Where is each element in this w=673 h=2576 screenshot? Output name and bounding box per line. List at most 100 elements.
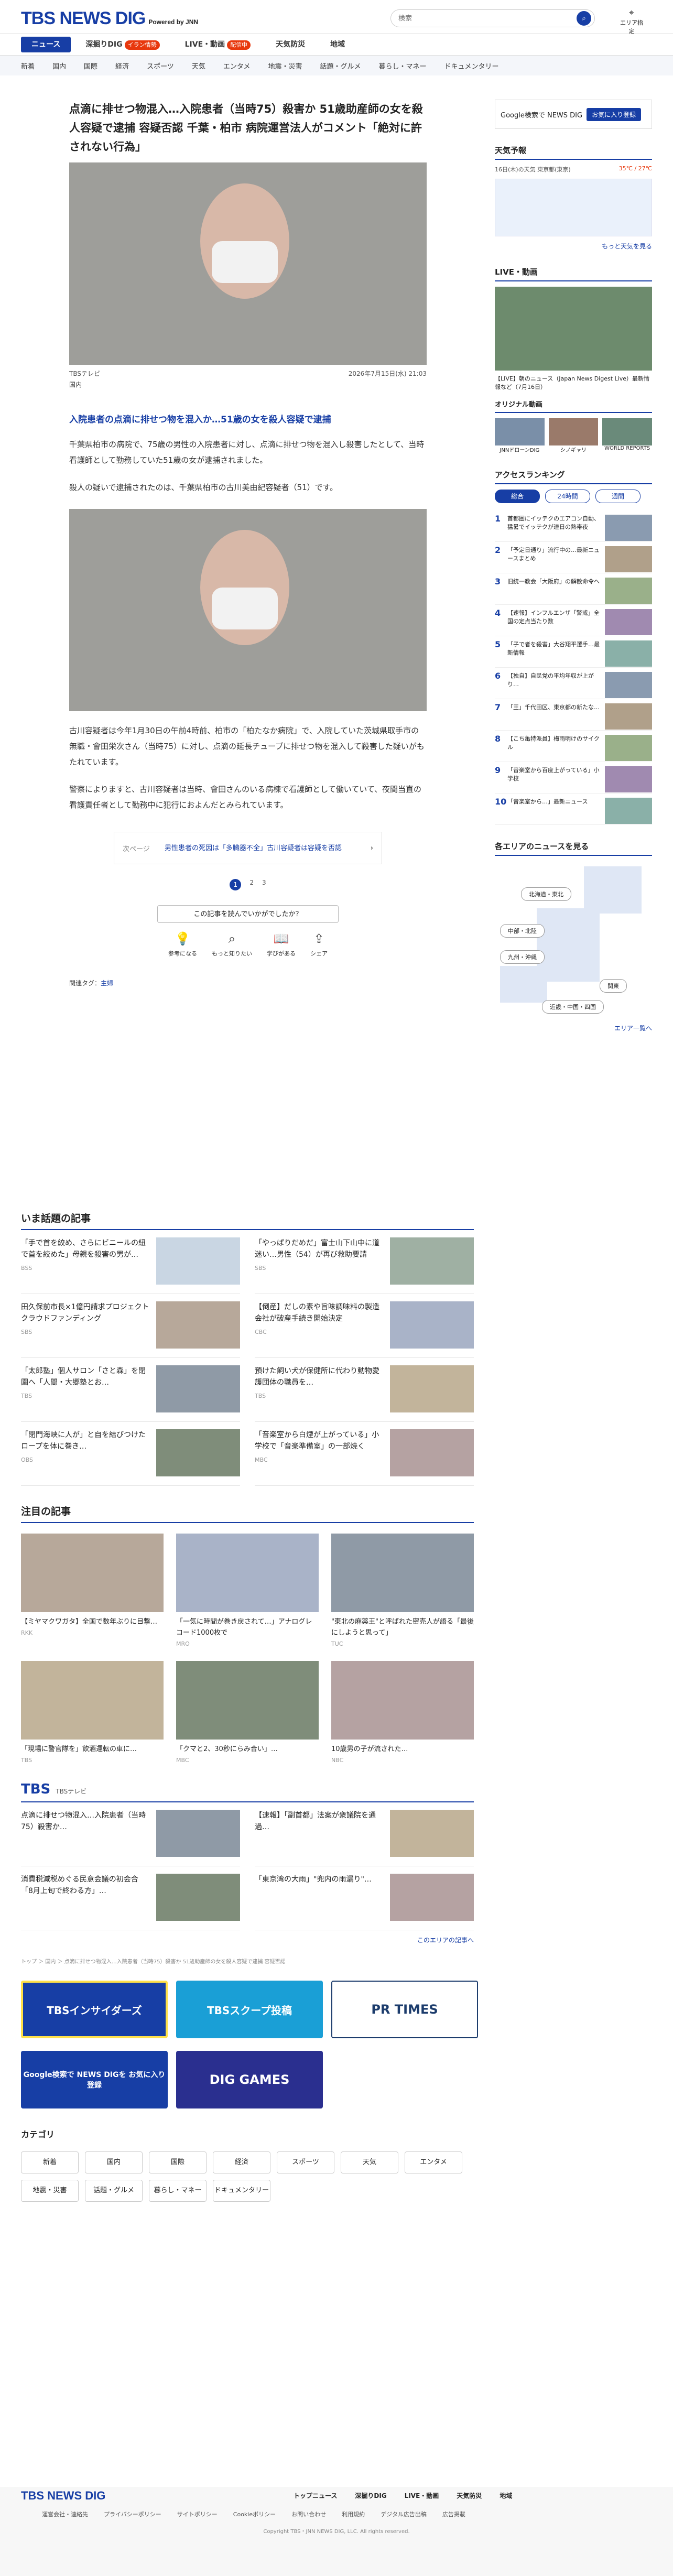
site-logo[interactable]: TBS NEWS DIG Powered by JNN: [21, 8, 198, 29]
ranking-item[interactable]: 2 「予定日通り」流行中の…最新ニュースまとめ: [495, 542, 652, 573]
ranking-item[interactable]: 10 「音楽室から…」最新ニュース: [495, 794, 652, 825]
region-kyushu[interactable]: 九州・沖縄: [500, 950, 545, 964]
footer-link[interactable]: 天気防災: [457, 2491, 482, 2500]
ranking-item[interactable]: 1 首都圏にイッテクのエアコン自動、猛暑でイッテクが連日の熱帯夜: [495, 510, 652, 542]
local-card[interactable]: 「東京湾の大雨」"兜内の雨漏り"…: [255, 1866, 474, 1930]
category-item[interactable]: 国際: [149, 2151, 207, 2173]
category-item[interactable]: 天気: [341, 2151, 398, 2173]
trending-card[interactable]: 【倒産】だしの素や旨味調味料の製造会社が破産手続き開始決定 CBC: [255, 1294, 474, 1358]
category-item[interactable]: エンタメ: [405, 2151, 462, 2173]
footer-link[interactable]: トップニュース: [294, 2491, 337, 2500]
featured-card[interactable]: 「現場に警官隊を」飲酒運転の車に… TBS: [21, 1661, 164, 1764]
nav2-item[interactable]: 新着: [21, 61, 35, 71]
ranking-item[interactable]: 9 「音楽室から百度上がっている」小学校: [495, 762, 652, 794]
area-select-button[interactable]: ⌖ エリア指定: [617, 7, 646, 35]
banner-google[interactable]: Google検索で NEWS DIGを お気に入り登録: [21, 2051, 168, 2108]
ranking-item[interactable]: 3 旧統一教会「大阪府」の解散命令へ: [495, 573, 652, 605]
banner-insiders[interactable]: TBSインサイダーズ: [21, 1981, 168, 2038]
weather-map[interactable]: [495, 179, 652, 236]
footer-link[interactable]: 深掘りDIG: [355, 2491, 386, 2500]
footer-sublink[interactable]: サイトポリシー: [177, 2510, 218, 2518]
category-item[interactable]: ドキュメンタリー: [213, 2180, 270, 2202]
article-category[interactable]: 国内: [69, 380, 427, 389]
footer-sublink[interactable]: 利用規約: [342, 2510, 365, 2518]
region-chubu[interactable]: 中部・北陸: [500, 924, 545, 938]
next-page-link[interactable]: 次ページ 男性患者の死因は「多臓器不全」古川容疑者は容疑を否認 ›: [114, 832, 382, 864]
reaction-learn[interactable]: 📖 学びがある: [267, 931, 296, 958]
ranking-tab-24h[interactable]: 24時間: [545, 490, 590, 503]
google-ad[interactable]: Google検索で NEWS DIG お気に入り登録: [495, 100, 652, 129]
footer-sublink[interactable]: 運営会社・連絡先: [42, 2510, 88, 2518]
ranking-item[interactable]: 7 「王」千代田区、東京都の新たな…: [495, 699, 652, 731]
original-video[interactable]: JNNドローンDIG: [495, 418, 545, 453]
nav2-item[interactable]: 暮らし・マネー: [378, 61, 426, 71]
search-icon[interactable]: ⌕: [577, 11, 591, 26]
nav2-item[interactable]: 国内: [52, 61, 66, 71]
search-input[interactable]: [390, 9, 595, 27]
live-item[interactable]: 【LIVE】朝のニュース（Japan News Digest Live）最新情報…: [495, 375, 652, 392]
nav-news[interactable]: ニュース: [21, 36, 71, 52]
footer-link[interactable]: LIVE・動画: [405, 2491, 439, 2500]
original-video[interactable]: シノギャリ: [548, 418, 599, 453]
featured-card[interactable]: 10歳男の子が流された… NBC: [331, 1661, 474, 1764]
trending-card[interactable]: 「太郎塾」個人サロン「さと森」を閉園へ「人間・大郷塾とお… TBS: [21, 1358, 240, 1422]
featured-card[interactable]: 【ミヤマクワガタ】全国で数年ぶりに目撃… RKK: [21, 1534, 164, 1647]
banner-prtimes[interactable]: PR TIMES: [331, 1981, 478, 2038]
weather-more-link[interactable]: もっと天気を見る: [495, 242, 652, 251]
footer-sublink[interactable]: 広告掲載: [442, 2510, 465, 2518]
banner-dig-games[interactable]: DIG GAMES: [176, 2051, 323, 2108]
trending-card[interactable]: 「閉門海峡に人が」と自を結びつけたロープを体に巻き… OBS: [21, 1422, 240, 1486]
reaction-more[interactable]: ⌕ もっと知りたい: [212, 931, 252, 958]
nav2-item[interactable]: スポーツ: [147, 61, 174, 71]
nav-dig[interactable]: 深掘りDIG イラン情勢: [75, 37, 170, 52]
category-item[interactable]: 新着: [21, 2151, 79, 2173]
nav2-item[interactable]: 経済: [115, 61, 129, 71]
featured-card[interactable]: 「クマと2、30秒にらみ合い」… MBC: [176, 1661, 319, 1764]
trending-card[interactable]: 田久保前市長×1億円請求プロジェクト クラウドファンディング SBS: [21, 1294, 240, 1358]
nav2-item[interactable]: ドキュメンタリー: [444, 61, 499, 71]
footer-logo[interactable]: TBS NEWS DIG: [21, 2489, 105, 2503]
nav2-item[interactable]: 国際: [84, 61, 97, 71]
tag-link[interactable]: 主婦: [101, 980, 113, 987]
trending-card[interactable]: 「やっぱりだめだ」富士山下山中に道迷い…男性（54）が再び救助要請 SBS: [255, 1230, 474, 1294]
footer-sublink[interactable]: Cookieポリシー: [233, 2510, 276, 2518]
footer-sublink[interactable]: プライバシーポリシー: [104, 2510, 161, 2518]
banner-scoop[interactable]: TBSスクープ投稿: [176, 1981, 323, 2038]
nav2-item[interactable]: 地震・災害: [268, 61, 302, 71]
nav2-item[interactable]: 天気: [192, 61, 205, 71]
region-hokkaido[interactable]: 北海道・東北: [521, 887, 571, 901]
footer-sublink[interactable]: デジタル広告出稿: [381, 2510, 427, 2518]
nav2-item[interactable]: 話題・グルメ: [320, 61, 361, 71]
footer-sublink[interactable]: お問い合わせ: [291, 2510, 326, 2518]
featured-card[interactable]: "東北の麻薬王"と呼ばれた密売人が語る「最後にしようと思って」 TUC: [331, 1534, 474, 1647]
trending-card[interactable]: 預けた飼い犬が保健所に代わり動物愛護団体の職員を… TBS: [255, 1358, 474, 1422]
local-more-link[interactable]: このエリアの記事へ: [21, 1936, 474, 1944]
nav-live[interactable]: LIVE・動画 配信中: [175, 37, 262, 52]
share-button[interactable]: ⇪ シェア: [310, 931, 328, 958]
ranking-item[interactable]: 8 【こち亀特派員】梅雨明けのサイクル: [495, 731, 652, 762]
trending-card[interactable]: 「音楽室から白煙が上がっている」小学校で「音楽準備室」の一部焼く MBC: [255, 1422, 474, 1486]
region-more-link[interactable]: エリア一覧へ: [495, 1024, 652, 1032]
page-3[interactable]: 3: [262, 879, 266, 890]
category-item[interactable]: 話題・グルメ: [85, 2180, 143, 2202]
category-item[interactable]: 国内: [85, 2151, 143, 2173]
category-item[interactable]: 地震・災害: [21, 2180, 79, 2202]
reaction-helpful[interactable]: 💡 参考になる: [168, 931, 197, 958]
category-item[interactable]: 暮らし・マネー: [149, 2180, 207, 2202]
ranking-tab-week[interactable]: 週間: [595, 490, 641, 503]
featured-card[interactable]: 「一気に時間が巻き戻されて…」アナログレコード1000枚で MRO: [176, 1534, 319, 1647]
ranking-item[interactable]: 4 【速報】インフルエンザ「警戒」全国の定点当たり数: [495, 605, 652, 636]
nav-region[interactable]: 地域: [320, 37, 355, 52]
category-item[interactable]: スポーツ: [277, 2151, 334, 2173]
category-item[interactable]: 経済: [213, 2151, 270, 2173]
page-1[interactable]: 1: [230, 879, 242, 890]
trending-card[interactable]: 「手で首を絞め、さらにビニールの紐で首を絞めた」母親を殺害の男が… BSS: [21, 1230, 240, 1294]
favorite-button[interactable]: お気に入り登録: [587, 107, 642, 121]
ranking-item[interactable]: 6 【独自】自民党の平均年収が上がり…: [495, 668, 652, 699]
live-thumbnail[interactable]: [495, 287, 652, 371]
local-card[interactable]: 【速報】「副首都」法案が衆議院を通過…: [255, 1802, 474, 1866]
page-2[interactable]: 2: [249, 879, 254, 890]
region-kanto[interactable]: 関東: [600, 979, 627, 993]
local-card[interactable]: 消費税減税めぐる民意会議の初会合「8月上旬で終わる方」…: [21, 1866, 240, 1930]
ranking-tab-all[interactable]: 総合: [495, 490, 540, 503]
